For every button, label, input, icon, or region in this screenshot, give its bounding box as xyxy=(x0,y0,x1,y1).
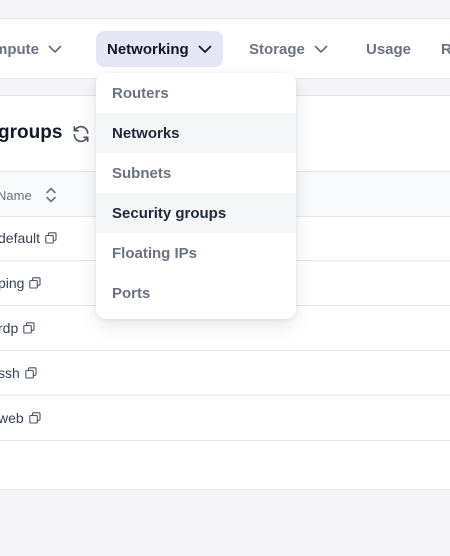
copy-icon[interactable] xyxy=(45,232,57,244)
row-name[interactable]: default xyxy=(0,230,40,246)
menu-item-networks[interactable]: Networks xyxy=(96,113,296,153)
nav-networking-label: Networking xyxy=(107,40,189,58)
refresh-icon[interactable] xyxy=(71,124,91,149)
copy-icon[interactable] xyxy=(28,412,41,424)
table-row[interactable]: web xyxy=(0,396,450,441)
name-cell: ssh xyxy=(0,365,37,381)
nav-more[interactable]: R xyxy=(441,31,450,67)
row-name[interactable]: ssh xyxy=(0,365,20,381)
nav-usage-label: Usage xyxy=(366,40,412,58)
top-nav-bar: mpute Networking Storage Usage R xyxy=(0,19,450,79)
chevron-down-icon xyxy=(314,45,328,54)
menu-item-security-groups[interactable]: Security groups xyxy=(96,193,296,233)
menu-item-routers[interactable]: Routers xyxy=(96,73,296,113)
copy-icon[interactable] xyxy=(25,367,37,379)
nav-usage[interactable]: Usage xyxy=(366,31,411,67)
row-name[interactable]: rdp xyxy=(0,320,18,336)
menu-item-subnets[interactable]: Subnets xyxy=(96,153,296,193)
page-title: groups xyxy=(0,122,63,143)
nav-compute[interactable]: mpute xyxy=(0,31,62,67)
sort-icon[interactable] xyxy=(45,186,57,209)
copy-icon[interactable] xyxy=(29,277,42,289)
nav-networking[interactable]: Networking xyxy=(96,31,223,67)
top-strip xyxy=(0,0,450,19)
copy-icon[interactable] xyxy=(23,322,35,334)
nav-compute-label: mpute xyxy=(0,40,39,58)
name-cell: ping xyxy=(0,275,42,291)
row-name[interactable]: web xyxy=(0,410,24,426)
networking-dropdown-menu: Routers Networks Subnets Security groups… xyxy=(96,73,296,319)
nav-more-label: R xyxy=(441,40,450,58)
name-cell: rdp xyxy=(0,320,35,336)
name-cell: web xyxy=(0,410,41,426)
table-row[interactable]: ssh xyxy=(0,351,450,396)
row-name[interactable]: ping xyxy=(0,275,24,291)
menu-item-ports[interactable]: Ports xyxy=(96,273,296,313)
name-cell: default xyxy=(0,230,57,246)
chevron-down-icon xyxy=(198,45,212,54)
chevron-down-icon xyxy=(48,45,62,54)
nav-storage[interactable]: Storage xyxy=(249,31,328,67)
column-header-name[interactable]: Name xyxy=(0,188,32,203)
nav-storage-label: Storage xyxy=(249,40,305,58)
menu-item-floating-ips[interactable]: Floating IPs xyxy=(96,233,296,273)
